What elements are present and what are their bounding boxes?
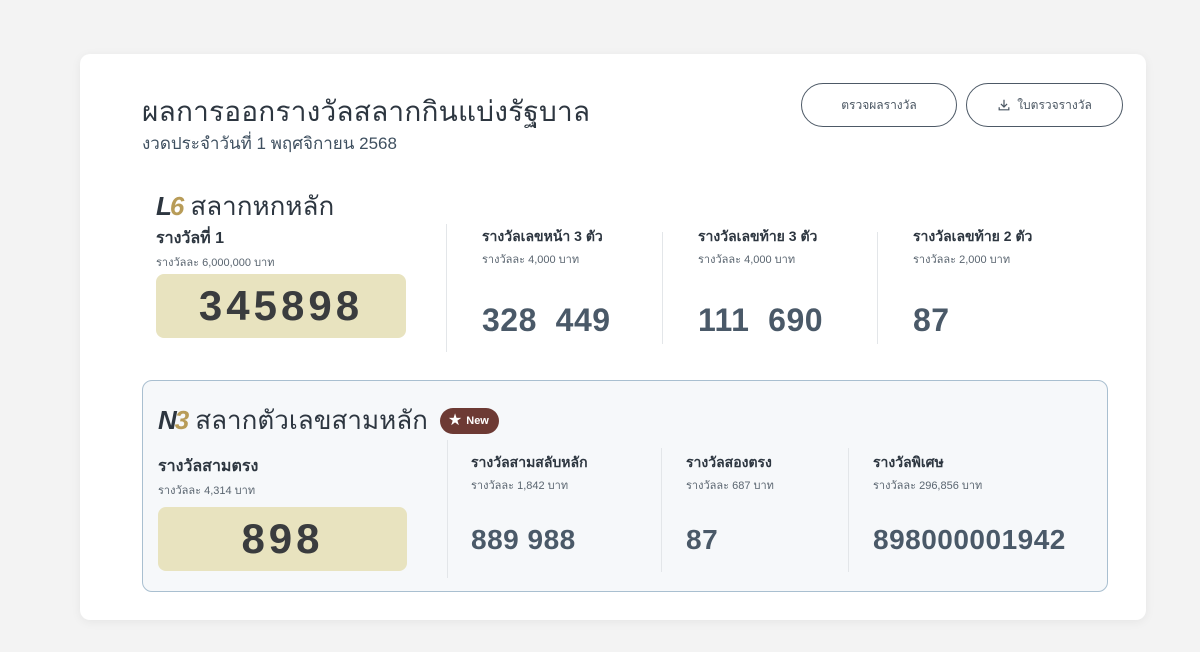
new-badge: ★ New [439, 407, 499, 434]
front-three-numbers: 328 449 [482, 302, 611, 338]
three-digit-header: N3 สลากตัวเลขสามหลัก ★ New [158, 400, 499, 441]
download-icon [998, 99, 1010, 111]
divider [447, 440, 448, 578]
divider [661, 448, 662, 572]
special-prize-number: 898000001942 [873, 524, 1066, 555]
three-swap-numbers: 889 988 [471, 524, 576, 555]
last-two-numbers: 87 [913, 302, 950, 338]
last-three-digit-prize: รางวัลเลขท้าย 3 ตัว รางวัลละ 4,000 บาท 1… [698, 226, 823, 339]
three-swap-prize: รางวัลสามสลับหลัก รางวัลละ 1,842 บาท 889… [471, 452, 588, 556]
divider [848, 448, 849, 572]
three-swap-amount: รางวัลละ 1,842 บาท [471, 480, 569, 492]
first-prize-heading: รางวัลที่ 1 รางวัลละ 6,000,000 บาท [156, 226, 274, 271]
last-two-digit-prize: รางวัลเลขท้าย 2 ตัว รางวัลละ 2,000 บาท 8… [913, 226, 1032, 339]
draw-date: งวดประจำวันที่ 1 พฤศจิกายน 2568 [142, 134, 397, 153]
n3-logo: N3 [158, 405, 189, 435]
straight-three-amount: รางวัลละ 4,314 บาท [158, 485, 256, 497]
first-prize-title: รางวัลที่ 1 [156, 230, 225, 247]
straight-three-number: 898 [158, 507, 407, 571]
special-prize: รางวัลพิเศษ รางวัลละ 296,856 บาท 8980000… [873, 452, 1066, 556]
divider [446, 224, 447, 352]
divider [877, 232, 878, 344]
three-digit-title: สลากตัวเลขสามหลัก [195, 405, 428, 435]
two-straight-amount: รางวัลละ 687 บาท [686, 480, 774, 492]
front-three-digit-prize: รางวัลเลขหน้า 3 ตัว รางวัลละ 4,000 บาท 3… [482, 226, 611, 339]
results-card: ผลการออกรางวัลสลากกินแบ่งรัฐบาล งวดประจำ… [80, 54, 1146, 620]
special-prize-title: รางวัลพิเศษ [873, 454, 944, 470]
last-two-title: รางวัลเลขท้าย 2 ตัว [913, 228, 1033, 244]
star-icon: ★ [447, 411, 463, 429]
straight-three-heading: รางวัลสามตรง รางวัลละ 4,314 บาท [158, 454, 258, 499]
download-check-sheet-label: ใบตรวจรางวัล [1017, 97, 1092, 112]
page-title: ผลการออกรางวัลสลากกินแบ่งรัฐบาล [142, 96, 591, 127]
check-results-button[interactable]: ตรวจผลรางวัล [801, 83, 957, 127]
special-prize-amount: รางวัลละ 296,856 บาท [873, 480, 983, 492]
l6-logo: L6 [156, 191, 184, 221]
new-badge-label: New [466, 414, 489, 427]
front-three-amount: รางวัลละ 4,000 บาท [482, 254, 580, 266]
six-digit-header: L6 สลากหกหลัก [156, 186, 334, 227]
two-straight-title: รางวัลสองตรง [686, 454, 772, 470]
first-prize-number: 345898 [156, 274, 406, 338]
divider [662, 232, 663, 344]
download-check-sheet-button[interactable]: ใบตรวจรางวัล [966, 83, 1123, 127]
straight-three-title: รางวัลสามตรง [158, 458, 259, 475]
two-straight-numbers: 87 [686, 524, 719, 555]
last-three-title: รางวัลเลขท้าย 3 ตัว [698, 228, 818, 244]
first-prize-amount: รางวัลละ 6,000,000 บาท [156, 257, 275, 269]
last-three-amount: รางวัลละ 4,000 บาท [698, 254, 796, 266]
last-two-amount: รางวัลละ 2,000 บาท [913, 254, 1011, 266]
check-results-label: ตรวจผลรางวัล [841, 97, 917, 112]
last-three-numbers: 111 690 [698, 302, 824, 338]
three-swap-title: รางวัลสามสลับหลัก [471, 454, 588, 470]
front-three-title: รางวัลเลขหน้า 3 ตัว [482, 228, 603, 244]
two-straight-prize: รางวัลสองตรง รางวัลละ 687 บาท 87 [686, 452, 774, 556]
six-digit-title: สลากหกหลัก [190, 191, 335, 221]
